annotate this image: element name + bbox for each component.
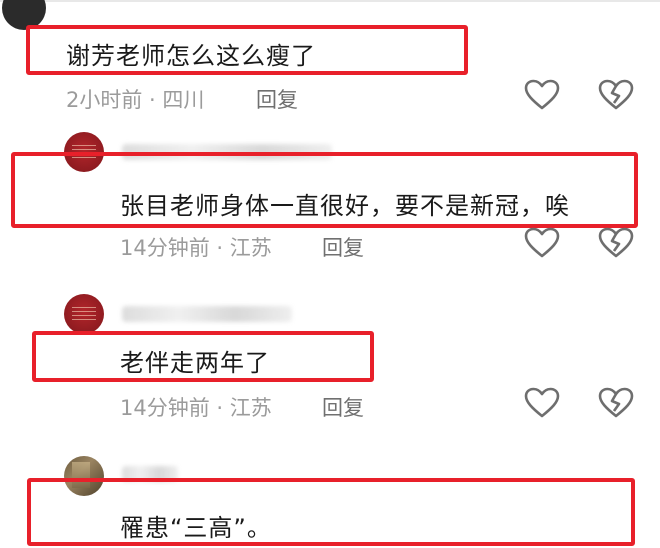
- broken-heart-icon[interactable]: [598, 227, 634, 259]
- username-blurred: [122, 306, 292, 322]
- top-divider: [0, 0, 660, 2]
- comment-text: 罹患“三高”。: [120, 514, 272, 542]
- comment-meta: 14分钟前 · 江苏: [120, 236, 272, 260]
- heart-outline-icon[interactable]: [524, 79, 560, 111]
- comment-meta: 14分钟前 · 江苏: [120, 396, 272, 420]
- comment-text: 张目老师身体一直很好，要不是新冠，唉: [120, 192, 570, 220]
- comment-meta: 2小时前 · 四川: [66, 88, 205, 112]
- reply-button[interactable]: 回复: [322, 392, 364, 422]
- highlight-box: [27, 478, 635, 546]
- comment-text: 老伴走两年了: [120, 349, 270, 377]
- avatar[interactable]: [64, 294, 104, 334]
- broken-heart-icon[interactable]: [598, 79, 634, 111]
- broken-heart-icon[interactable]: [598, 387, 634, 419]
- reply-button[interactable]: 回复: [322, 232, 364, 262]
- heart-outline-icon[interactable]: [524, 387, 560, 419]
- comment-text: 谢芳老师怎么这么瘦了: [66, 42, 316, 70]
- reply-button[interactable]: 回复: [256, 84, 298, 114]
- heart-outline-icon[interactable]: [524, 227, 560, 259]
